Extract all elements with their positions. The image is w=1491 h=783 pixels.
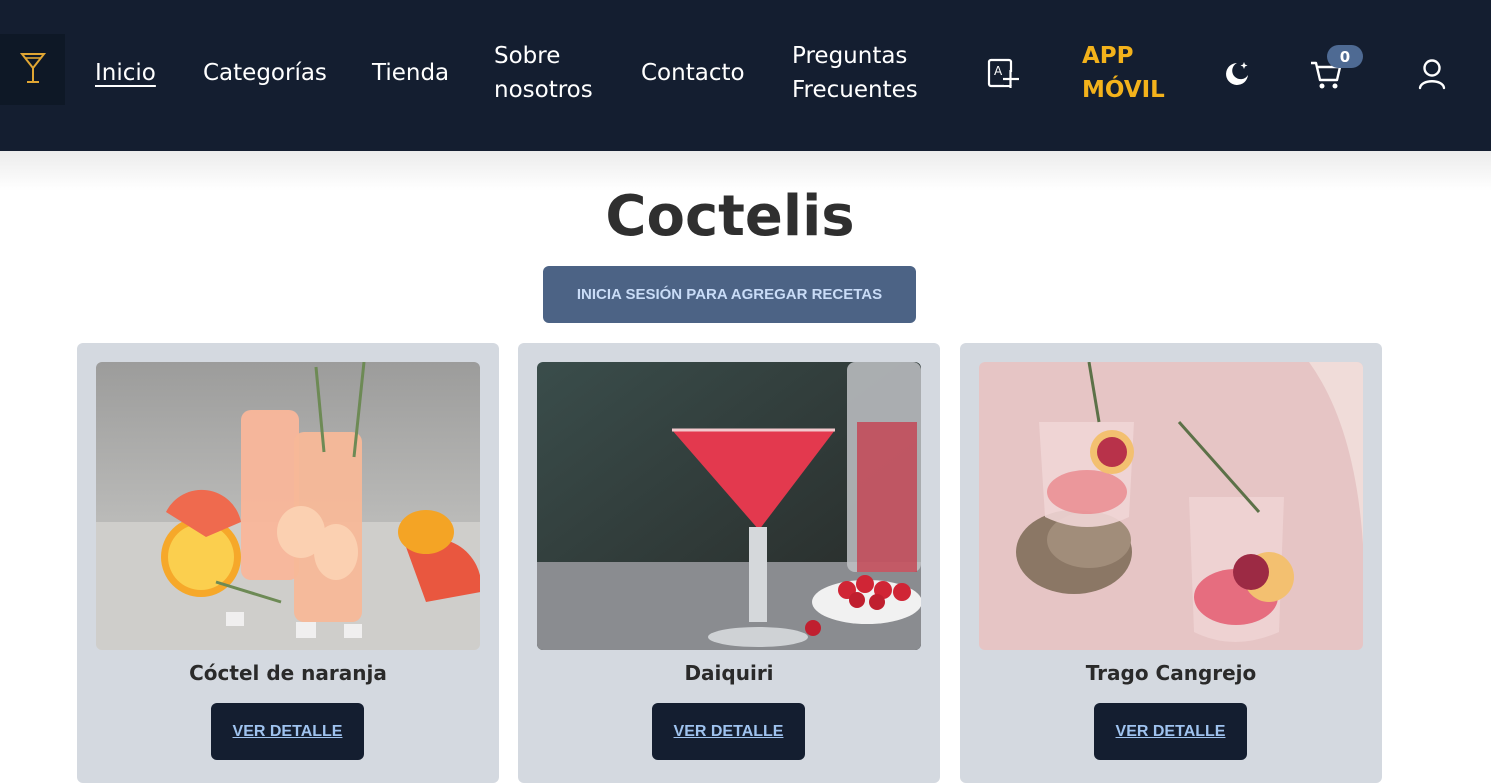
recipe-image-daiquiri[interactable]: [537, 362, 921, 650]
translate-icon[interactable]: A: [986, 57, 1022, 91]
cart-count-badge: 0: [1327, 45, 1363, 68]
recipe-card-title: Daiquiri: [684, 661, 774, 685]
nav-link-preguntas-line1[interactable]: Preguntas: [792, 39, 907, 73]
recipe-card: Trago Cangrejo VER DETALLE: [960, 343, 1382, 783]
user-icon[interactable]: [1416, 57, 1448, 91]
cocktail-glass-icon: [19, 51, 47, 89]
nav-link-tienda[interactable]: Tienda: [372, 56, 449, 90]
app-movil-link-line2[interactable]: MÓVIL: [1082, 73, 1165, 107]
nav-link-preguntas-line2[interactable]: Frecuentes: [792, 73, 918, 107]
moon-icon[interactable]: [1220, 57, 1254, 91]
nav-link-sobre-nosotros-line1[interactable]: Sobre: [494, 39, 560, 73]
nav-link-inicio[interactable]: Inicio: [95, 56, 156, 90]
recipe-image-orange-cocktail[interactable]: [96, 362, 480, 650]
nav-link-sobre-nosotros-line2[interactable]: nosotros: [494, 73, 593, 107]
view-detail-button[interactable]: VER DETALLE: [1094, 703, 1247, 760]
login-to-add-recipes-button[interactable]: INICIA SESIÓN PARA AGREGAR RECETAS: [543, 266, 916, 323]
page-title: Coctelis: [605, 184, 855, 249]
recipe-card: Cóctel de naranja VER DETALLE: [77, 343, 499, 783]
nav-link-categorias[interactable]: Categorías: [203, 56, 327, 90]
logo[interactable]: [0, 34, 65, 105]
view-detail-button[interactable]: VER DETALLE: [652, 703, 805, 760]
svg-text:A: A: [994, 64, 1003, 78]
recipe-card-title: Trago Cangrejo: [1085, 661, 1257, 685]
recipe-card-title: Cóctel de naranja: [189, 661, 387, 685]
navbar: Inicio Categorías Tienda Sobre nosotros …: [0, 0, 1491, 151]
recipe-image-trago-cangrejo[interactable]: [979, 362, 1363, 650]
recipe-card: Daiquiri VER DETALLE: [518, 343, 940, 783]
nav-link-contacto[interactable]: Contacto: [641, 56, 745, 90]
app-movil-link-line1[interactable]: APP: [1082, 39, 1134, 73]
view-detail-button[interactable]: VER DETALLE: [211, 703, 364, 760]
